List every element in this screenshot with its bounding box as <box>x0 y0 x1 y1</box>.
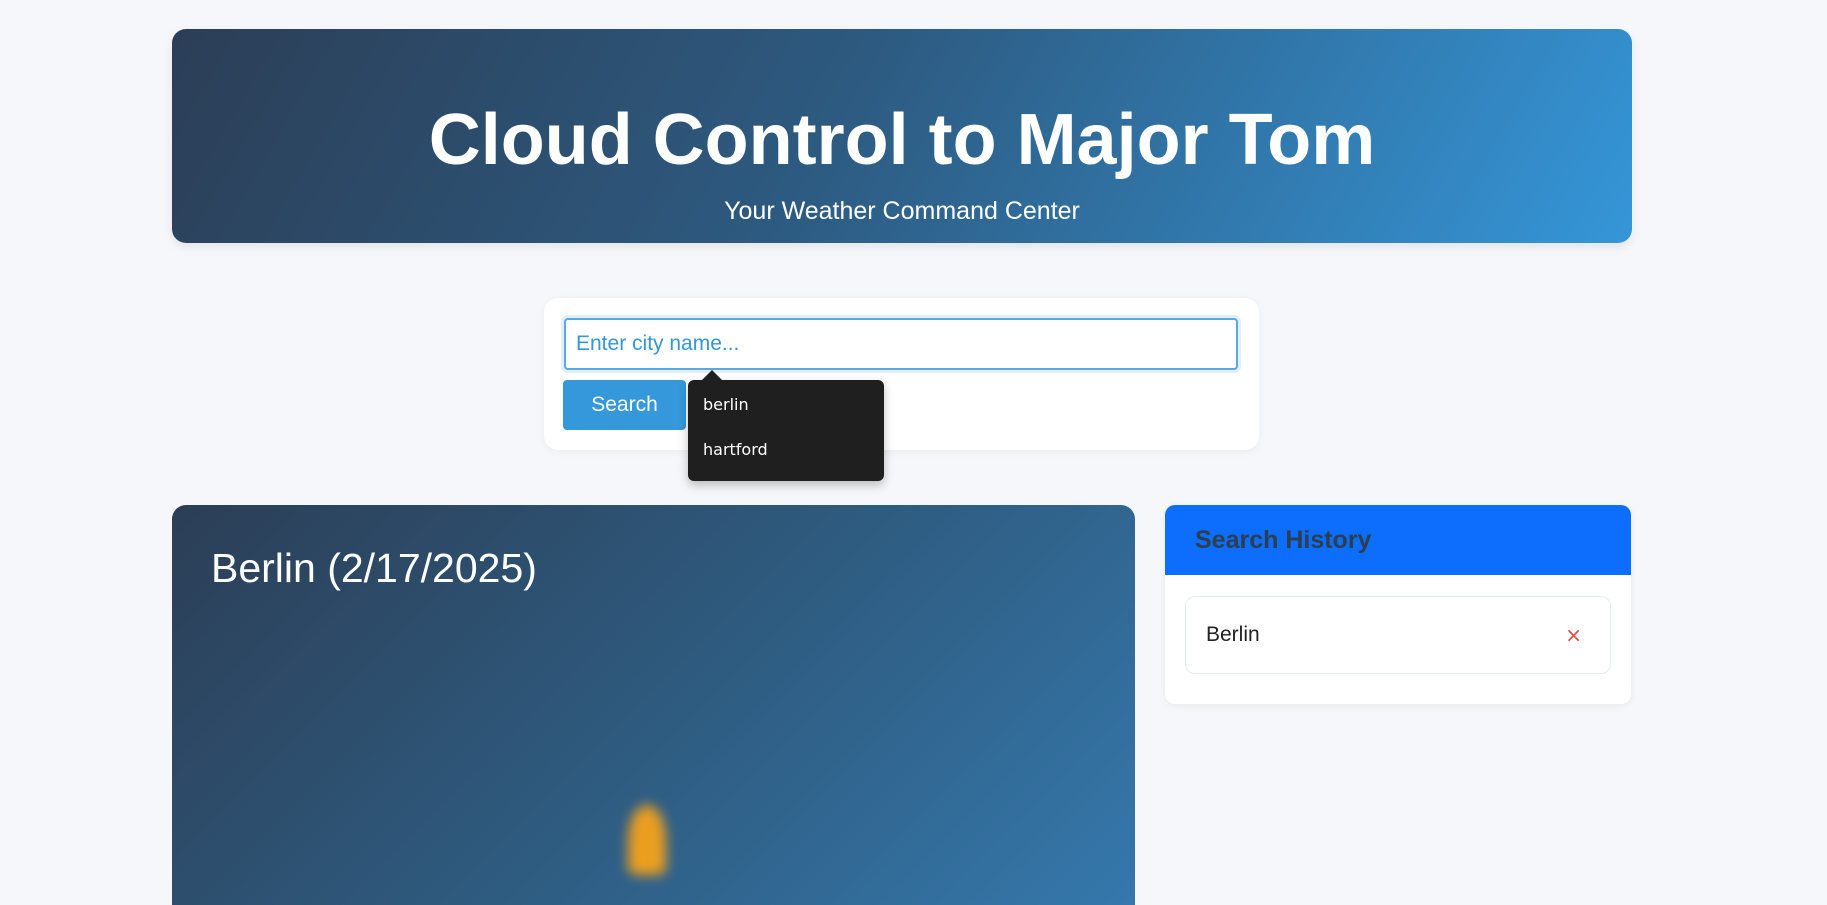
search-history-title: Search History <box>1165 505 1631 575</box>
autocomplete-option[interactable]: berlin <box>688 390 884 435</box>
history-item-label: Berlin <box>1206 623 1260 646</box>
search-panel: Search <box>544 298 1259 450</box>
page-title: Cloud Control to Major Tom <box>428 100 1376 180</box>
sun-icon <box>622 805 678 885</box>
search-button[interactable]: Search <box>563 380 686 430</box>
hero-banner: Cloud Control to Major Tom Your Weather … <box>172 29 1632 243</box>
city-search-input[interactable] <box>564 318 1238 370</box>
current-weather-card: Berlin (2/17/2025) <box>172 505 1135 905</box>
page-subtitle: Your Weather Command Center <box>724 197 1080 225</box>
history-item[interactable]: Berlin × <box>1185 596 1611 674</box>
search-history-panel: Search History Berlin × <box>1165 505 1631 704</box>
autocomplete-option[interactable]: hartford <box>688 435 884 480</box>
remove-icon[interactable]: × <box>1565 597 1582 673</box>
weather-city-date: Berlin (2/17/2025) <box>211 545 537 591</box>
autocomplete-dropdown: berlin hartford <box>688 370 884 481</box>
